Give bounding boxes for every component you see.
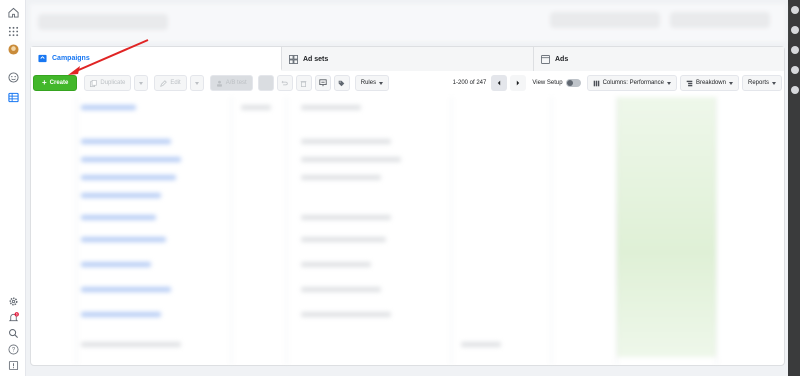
right-panel-rail bbox=[788, 0, 800, 376]
notifications-bell-icon[interactable]: 6 bbox=[6, 310, 20, 324]
right-rail-icon[interactable] bbox=[791, 26, 799, 34]
chevron-down-icon bbox=[194, 81, 199, 85]
view-setup-label: View Setup bbox=[532, 80, 563, 86]
preview-icon bbox=[319, 79, 327, 87]
ad-icon bbox=[541, 54, 550, 64]
ads-manager-panel: Campaigns Ad sets Ads + Create Duplicate… bbox=[30, 46, 785, 366]
pagination-label: 1-200 of 247 bbox=[452, 80, 487, 86]
rules-button-label: Rules bbox=[360, 80, 377, 86]
chevron-down-icon bbox=[728, 81, 733, 85]
undo-button[interactable] bbox=[276, 75, 293, 91]
columns-button[interactable]: Columns: Performance bbox=[586, 75, 677, 91]
right-rail-icon[interactable] bbox=[791, 66, 799, 74]
trash-icon bbox=[300, 80, 307, 87]
blank-action-button[interactable] bbox=[257, 75, 274, 91]
reports-button[interactable]: Reports bbox=[741, 75, 782, 91]
emoji-icon[interactable] bbox=[6, 70, 20, 84]
chevron-down-icon bbox=[666, 81, 671, 85]
chevron-down-icon bbox=[772, 81, 776, 85]
tab-ad-sets[interactable]: Ad sets bbox=[282, 47, 534, 71]
report-issue-icon[interactable] bbox=[6, 358, 20, 372]
tag-button[interactable] bbox=[333, 75, 350, 91]
right-rail-icon[interactable] bbox=[791, 6, 799, 14]
tag-icon bbox=[338, 80, 345, 86]
chevron-down-icon bbox=[379, 81, 384, 85]
pencil-icon bbox=[160, 79, 168, 87]
tab-ads[interactable]: Ads bbox=[534, 47, 784, 71]
arrow-right-icon bbox=[517, 80, 520, 86]
breakdown-button[interactable]: Breakdown bbox=[679, 75, 739, 91]
ab-test-button-label: A/B test bbox=[225, 80, 247, 86]
previous-page-button[interactable] bbox=[491, 75, 508, 91]
tab-ads-label: Ads bbox=[555, 55, 569, 63]
ads-manager-table-icon[interactable] bbox=[6, 90, 20, 104]
ab-test-icon bbox=[216, 80, 222, 87]
view-setup-toggle[interactable] bbox=[565, 79, 581, 87]
breakdown-button-label: Breakdown bbox=[695, 80, 726, 86]
rules-button[interactable]: Rules bbox=[354, 75, 390, 91]
notification-badge-count: 6 bbox=[15, 312, 17, 316]
edit-button-label: Edit bbox=[170, 80, 181, 86]
ab-test-button[interactable]: A/B test bbox=[209, 75, 253, 91]
arrow-left-icon bbox=[498, 80, 501, 86]
left-nav-rail: 6 ? bbox=[0, 0, 26, 376]
grid-icon bbox=[289, 54, 298, 64]
preview-button[interactable] bbox=[314, 75, 331, 91]
tab-ad-sets-label: Ad sets bbox=[303, 55, 329, 63]
delete-button[interactable] bbox=[295, 75, 312, 91]
right-rail-icon[interactable] bbox=[791, 46, 799, 54]
campaigns-table-blurred bbox=[31, 97, 784, 365]
search-icon[interactable] bbox=[6, 326, 20, 340]
columns-icon bbox=[593, 80, 599, 86]
breakdown-icon bbox=[686, 80, 693, 86]
right-rail-icon[interactable] bbox=[791, 86, 799, 94]
columns-button-label: Columns: Performance bbox=[602, 80, 664, 86]
annotation-arrow bbox=[68, 39, 149, 75]
view-setup-control[interactable]: View Setup bbox=[532, 79, 581, 87]
svg-text:?: ? bbox=[11, 347, 15, 353]
next-page-button[interactable] bbox=[510, 75, 527, 91]
home-icon[interactable] bbox=[6, 5, 20, 19]
reports-button-label: Reports bbox=[747, 80, 769, 86]
account-avatar[interactable] bbox=[6, 42, 20, 56]
apps-grid-icon[interactable] bbox=[6, 24, 20, 38]
settings-gear-icon[interactable] bbox=[6, 294, 20, 308]
help-icon[interactable]: ? bbox=[6, 342, 20, 356]
undo-icon bbox=[281, 80, 288, 85]
edit-dropdown-button[interactable] bbox=[189, 75, 204, 91]
